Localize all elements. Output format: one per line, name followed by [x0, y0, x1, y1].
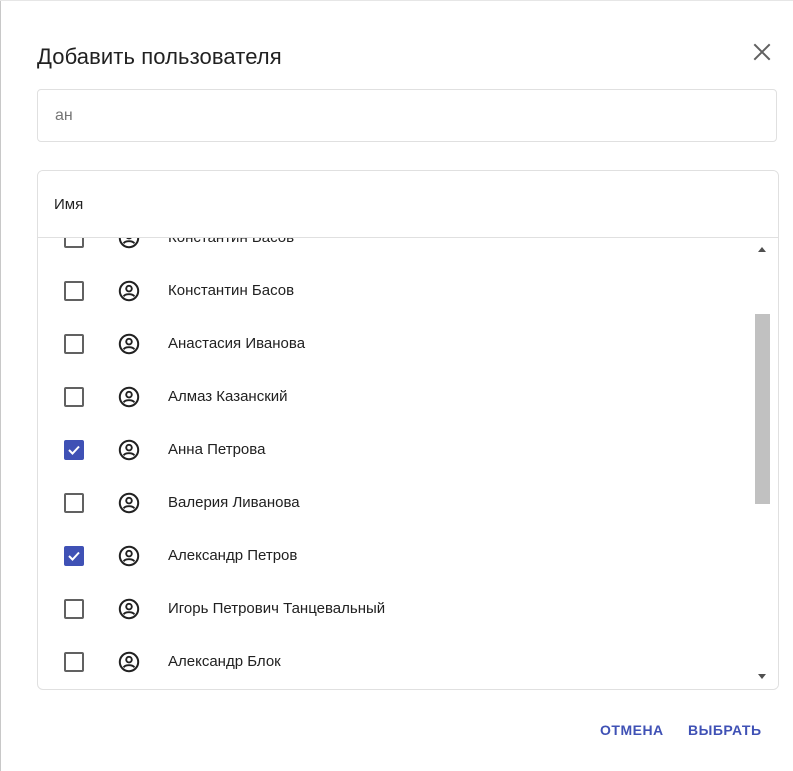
- table-rows: Константин Басов Константин Басов Анастаси…: [38, 237, 744, 688]
- table-row[interactable]: Анастасия Иванова: [38, 317, 744, 370]
- row-checkbox[interactable]: [64, 546, 84, 566]
- row-checkbox[interactable]: [64, 281, 84, 301]
- user-avatar-icon: [118, 386, 140, 408]
- user-name: Александр Петров: [168, 547, 298, 564]
- users-table: Имя Константин Басов Константин Басов Анас…: [37, 170, 779, 690]
- user-avatar-icon: [118, 492, 140, 514]
- table-row[interactable]: Александр Петров: [38, 529, 744, 582]
- row-checkbox[interactable]: [64, 387, 84, 407]
- search-input[interactable]: [55, 90, 755, 141]
- scroll-up-arrow-icon[interactable]: [758, 247, 766, 252]
- table-row[interactable]: Константин Басов: [38, 264, 744, 317]
- column-header-name[interactable]: Имя: [54, 196, 83, 213]
- user-avatar-icon: [118, 333, 140, 355]
- user-name: Александр Блок: [168, 653, 281, 670]
- table-row[interactable]: Валерия Ливанова: [38, 476, 744, 529]
- user-name: Валерия Ливанова: [168, 494, 300, 511]
- user-name: Игорь Петрович Танцевальный: [168, 600, 386, 617]
- scrollbar-thumb[interactable]: [755, 314, 770, 504]
- table-row[interactable]: Александр Блок: [38, 635, 744, 688]
- user-avatar-icon: [118, 237, 140, 249]
- table-body: Константин Басов Константин Басов Анастаси…: [38, 237, 778, 689]
- row-checkbox[interactable]: [64, 599, 84, 619]
- close-icon[interactable]: [748, 38, 776, 66]
- add-user-dialog: Добавить пользователя Имя Константин Бас…: [0, 0, 793, 771]
- dialog-left-edge: [0, 0, 1, 771]
- user-name: Константин Басов: [168, 237, 295, 246]
- row-checkbox[interactable]: [64, 493, 84, 513]
- user-name: Анна Петрова: [168, 441, 266, 458]
- user-name: Константин Басов: [168, 282, 295, 299]
- table-row[interactable]: Анна Петрова: [38, 423, 744, 476]
- dialog-top-edge: [0, 0, 793, 1]
- user-name: Алмаз Казанский: [168, 388, 288, 405]
- user-avatar-icon: [118, 598, 140, 620]
- select-button[interactable]: ВЫБРАТЬ: [688, 722, 762, 738]
- user-name: Анастасия Иванова: [168, 335, 306, 352]
- row-checkbox[interactable]: [64, 237, 84, 248]
- user-avatar-icon: [118, 651, 140, 673]
- scroll-down-arrow-icon[interactable]: [758, 674, 766, 679]
- scrollbar[interactable]: [744, 237, 778, 689]
- dialog-title: Добавить пользователя: [37, 44, 282, 69]
- search-field: [37, 89, 777, 142]
- row-checkbox[interactable]: [64, 652, 84, 672]
- table-row[interactable]: Константин Басов: [38, 237, 744, 264]
- table-row[interactable]: Алмаз Казанский: [38, 370, 744, 423]
- table-row[interactable]: Игорь Петрович Танцевальный: [38, 582, 744, 635]
- table-header: Имя: [38, 171, 778, 238]
- user-avatar-icon: [118, 280, 140, 302]
- user-avatar-icon: [118, 439, 140, 461]
- row-checkbox[interactable]: [64, 440, 84, 460]
- row-checkbox[interactable]: [64, 334, 84, 354]
- user-avatar-icon: [118, 545, 140, 567]
- cancel-button[interactable]: ОТМЕНА: [600, 722, 664, 738]
